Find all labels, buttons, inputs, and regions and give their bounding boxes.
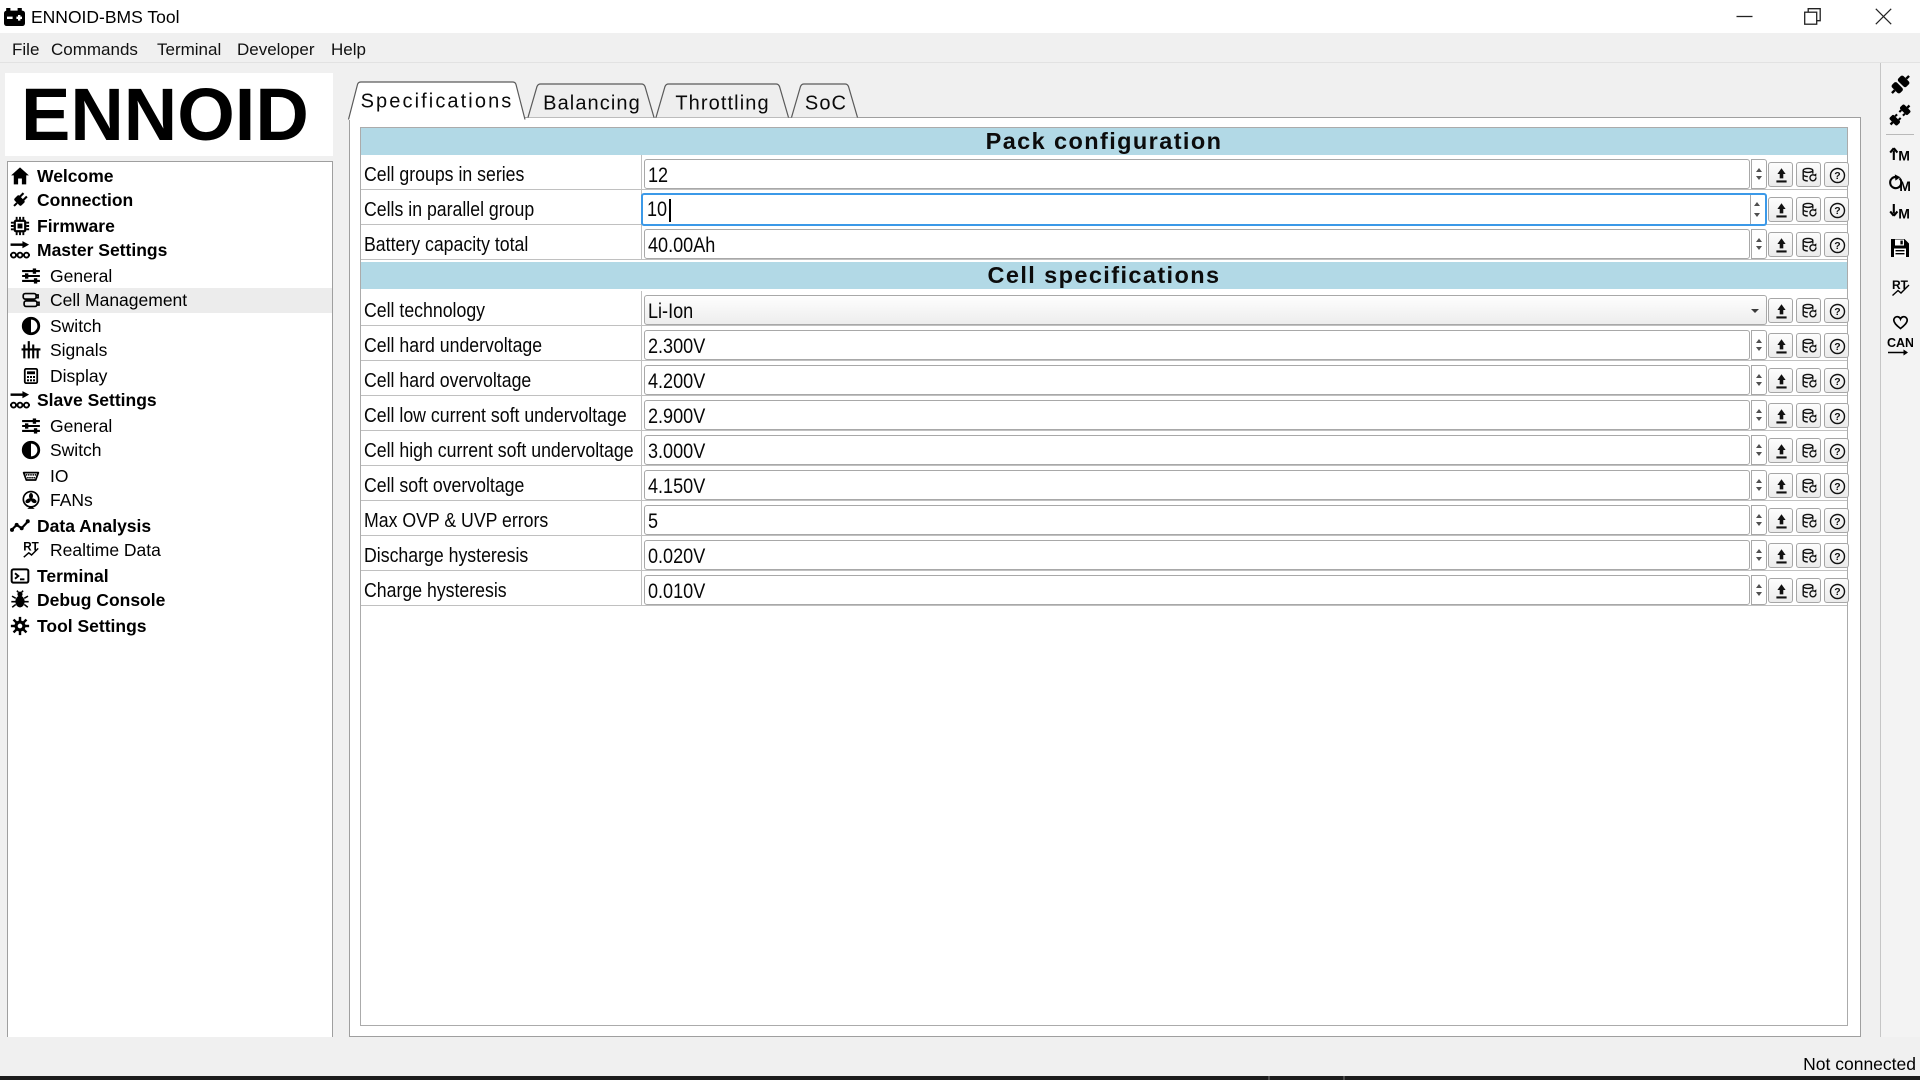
svg-text:?: ? — [1834, 446, 1840, 458]
svg-text:Balancing: Balancing — [543, 93, 641, 115]
svg-text:?: ? — [1834, 205, 1840, 217]
svg-text:CAN: CAN — [1887, 337, 1913, 350]
svg-text:M: M — [1899, 178, 1911, 194]
svg-text:?: ? — [1834, 341, 1840, 353]
svg-text:?: ? — [1834, 240, 1840, 252]
svg-text:?: ? — [1834, 411, 1840, 423]
svg-text:RT: RT — [1892, 278, 1909, 292]
svg-text:?: ? — [1834, 551, 1840, 563]
svg-text:SoC: SoC — [805, 93, 847, 115]
svg-text:M: M — [1898, 206, 1910, 222]
svg-text:?: ? — [1834, 170, 1840, 182]
svg-text:?: ? — [1834, 306, 1840, 318]
svg-text:?: ? — [1834, 516, 1840, 528]
svg-text:?: ? — [1834, 481, 1840, 493]
svg-text:?: ? — [1834, 376, 1840, 388]
svg-text:M: M — [1898, 148, 1910, 164]
svg-text:?: ? — [1834, 586, 1840, 598]
svg-text:RT: RT — [23, 541, 39, 554]
svg-text:Specifications: Specifications — [361, 91, 514, 113]
svg-text:Throttling: Throttling — [675, 93, 769, 115]
